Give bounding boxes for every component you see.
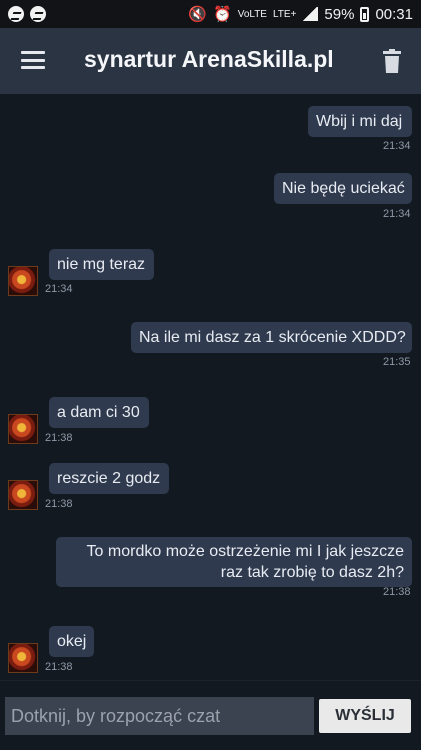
battery-icon	[360, 6, 370, 22]
app-bar: synartur ArenaSkilla.pl	[0, 28, 421, 94]
message-time: 21:34	[383, 208, 411, 220]
outgoing-message: To mordko może ostrzeżenie mi I jak jesz…	[56, 537, 412, 587]
chat-input[interactable]	[5, 697, 314, 735]
composer-bar: WYŚLIJ	[0, 680, 421, 750]
clock: 00:31	[375, 5, 413, 23]
battery-percentage: 59%	[324, 5, 355, 23]
message-time: 21:34	[45, 283, 73, 295]
chat-title: synartur ArenaSkilla.pl	[84, 46, 334, 72]
contact-avatar[interactable]	[8, 643, 38, 673]
outgoing-message: Wbij i mi daj	[308, 106, 412, 137]
message-time: 21:35	[383, 356, 411, 368]
messenger-icon	[30, 6, 46, 22]
contact-avatar[interactable]	[8, 266, 38, 296]
status-left	[8, 6, 46, 22]
incoming-message: okej	[49, 626, 94, 657]
mute-icon: 🔇	[188, 6, 208, 23]
message-list[interactable]: Wbij i mi daj 21:34 Nie będę uciekać 21:…	[0, 94, 421, 680]
incoming-message: nie mg teraz	[49, 249, 154, 280]
message-time: 21:38	[45, 432, 73, 444]
hamburger-menu-icon[interactable]	[21, 51, 45, 69]
contact-avatar[interactable]	[8, 414, 38, 444]
alarm-icon: ⏰	[213, 6, 232, 23]
status-right: 🔇 ⏰ VoLTE LTE+ 59% 00:31	[188, 5, 413, 24]
message-time: 21:34	[383, 140, 411, 152]
incoming-message: a dam ci 30	[49, 397, 149, 428]
message-time: 21:38	[45, 498, 73, 510]
contact-avatar[interactable]	[8, 480, 38, 510]
volte-indicator: VoLTE	[237, 8, 267, 20]
signal-icon	[302, 7, 319, 21]
trash-icon[interactable]	[383, 49, 401, 73]
message-time: 21:38	[383, 586, 411, 598]
outgoing-message: Nie będę uciekać	[274, 173, 412, 204]
send-button[interactable]: WYŚLIJ	[319, 699, 411, 733]
message-time: 21:38	[45, 661, 73, 673]
status-bar: 🔇 ⏰ VoLTE LTE+ 59% 00:31	[0, 0, 421, 28]
messenger-icon	[8, 6, 24, 22]
incoming-message: reszcie 2 godz	[49, 463, 169, 494]
outgoing-message: Na ile mi dasz za 1 skrócenie XDDD?	[131, 322, 412, 353]
network-indicator: LTE+	[272, 8, 297, 20]
